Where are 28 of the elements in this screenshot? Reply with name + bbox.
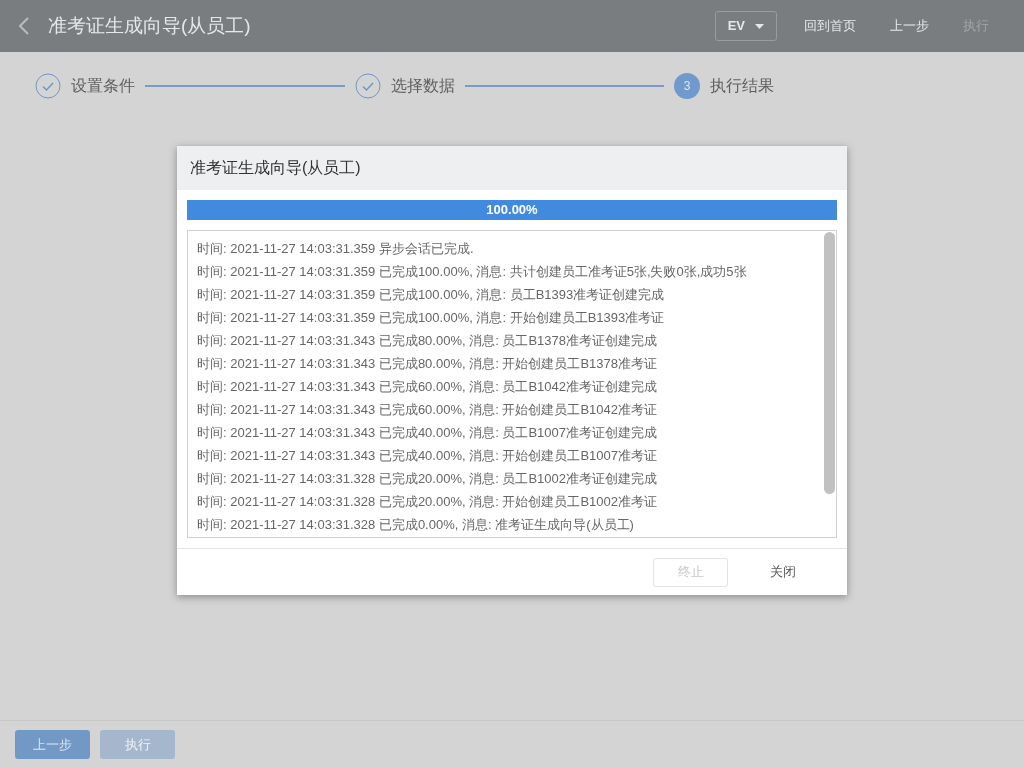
log-line: 时间: 2021-11-27 14:03:31.328 已完成0.00%, 消息: 准考证生成向导(从员工)	[197, 516, 635, 534]
step-label: 选择数据	[390, 76, 455, 96]
page-title: 准考证生成向导(从员工)	[48, 13, 251, 38]
log-line: 时间: 2021-11-27 14:03:31.343 已完成80.00%, 消息: 员工B1378准考证创建完成	[197, 332, 658, 350]
log-line: 时间: 2021-11-27 14:03:31.359 已完成100.00%, 消息: 开始创建员工B1393准考证	[197, 309, 666, 327]
language-dropdown[interactable]: EV	[714, 11, 777, 41]
header-action[interactable]: 上一步	[873, 16, 946, 36]
log-line: 时间: 2021-11-27 14:03:31.359 异步会话已完成.	[197, 240, 475, 258]
step-label: 执行结果	[710, 76, 774, 96]
log-line: 时间: 2021-11-27 14:03:31.343 已完成40.00%, 消息: 员工B1007准考证创建完成	[197, 424, 658, 442]
log-line: 时间: 2021-11-27 14:03:31.343 已完成80.00%, 消息: 开始创建员工B1378准考证	[197, 355, 658, 373]
log-line: 时间: 2021-11-27 14:03:31.343 已完成40.00%, 消息: 开始创建员工B1007准考证	[197, 447, 658, 465]
caret-icon	[755, 23, 764, 29]
log-line: 时间: 2021-11-27 14:03:31.359 已完成100.00%, 消息: 员工B1393准考证创建完成	[197, 286, 666, 304]
progress-label: 100.00%	[485, 201, 539, 220]
log-line: 时间: 2021-11-27 14:03:31.328 已完成20.00%, 消息: 员工B1002准考证创建完成	[197, 470, 658, 488]
log-line: 时间: 2021-11-27 14:03:31.359 已完成100.00%, 消息: 共计创建员工准考证5张,失败0张,成功5张	[197, 263, 748, 281]
dialog-button[interactable]: 关闭	[745, 557, 820, 587]
log-line: 时间: 2021-11-27 14:03:31.343 已完成60.00%, 消息: 员工B1042准考证创建完成	[197, 378, 658, 396]
scrollbar-thumb[interactable]	[824, 232, 835, 494]
dialog-title: 准考证生成向导(从员工)	[190, 158, 361, 178]
log-line: 时间: 2021-11-27 14:03:31.343 已完成60.00%, 消息: 开始创建员工B1042准考证	[197, 401, 658, 419]
header-action[interactable]: 回到首页	[787, 16, 873, 36]
log-line: 时间: 2021-11-27 14:03:31.328 已完成20.00%, 消息: 开始创建员工B1002准考证	[197, 493, 658, 511]
back-icon[interactable]	[18, 16, 30, 36]
step-number: 3	[674, 73, 700, 99]
footer-button[interactable]: 上一步	[15, 730, 90, 759]
step-label: 设置条件	[71, 76, 135, 96]
